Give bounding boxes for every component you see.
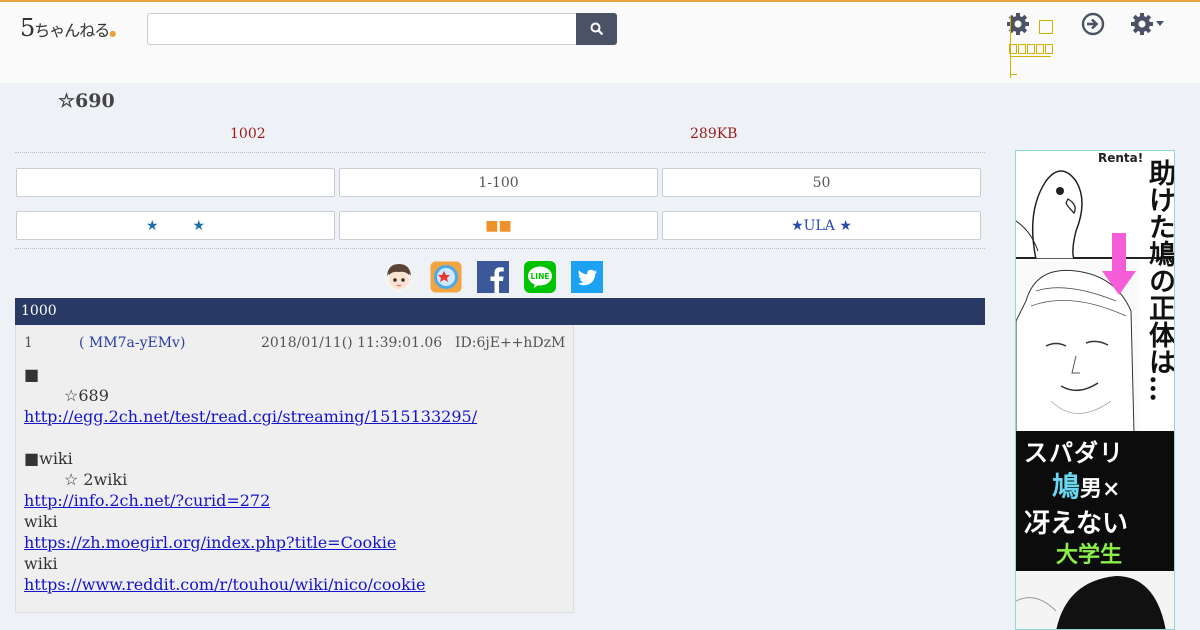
- ad-line-3: 冴えない: [1024, 509, 1129, 539]
- pigeon-illustration: [1016, 170, 1083, 259]
- ad-panel-bottom: [1016, 571, 1174, 629]
- range-1-100-button[interactable]: 1-100: [339, 168, 658, 197]
- search-button[interactable]: [576, 13, 617, 45]
- nav-button-1[interactable]: [16, 168, 335, 197]
- post-line: ☆689: [64, 386, 109, 405]
- squares-link-button[interactable]: ■■: [339, 211, 658, 240]
- ad-arrow: [1112, 233, 1126, 273]
- star-right: ★: [192, 217, 206, 234]
- twitter-icon[interactable]: [571, 261, 603, 293]
- search-input[interactable]: [147, 13, 577, 45]
- post-line: ■: [24, 365, 40, 384]
- ula-label: ★ULA ★: [791, 217, 852, 234]
- post-body: ■ ☆689 http://egg.2ch.net/test/read.cgi/…: [24, 364, 477, 595]
- thread-bar: 1000: [15, 298, 985, 325]
- latest-50-button[interactable]: 50: [662, 168, 981, 197]
- divider: [15, 152, 985, 153]
- ad-arrow-head: [1102, 271, 1136, 295]
- thread-size: 289KB: [690, 126, 738, 142]
- ad-line-4: 大学生: [1056, 542, 1123, 568]
- facebook-icon[interactable]: [477, 261, 509, 293]
- settings-gear-dropdown-icon[interactable]: [1130, 12, 1166, 36]
- post-link[interactable]: https://www.reddit.com/r/touhou/wiki/nic…: [24, 575, 425, 594]
- app-icon[interactable]: [430, 261, 462, 293]
- ad-line-2: 鳩男×: [1052, 470, 1121, 503]
- post-link[interactable]: https://zh.moegirl.org/index.php?title=C…: [24, 533, 396, 552]
- post: 1 ( MM7a-yEMv) 2018/01/11() 11:39:01.06 …: [15, 325, 574, 613]
- site-header: 5ちゃんねる●: [0, 0, 1200, 83]
- manga-ad-banner[interactable]: Renta! 助けた鳩の正体は… スパダリ 鳩男× 冴えない 大学生: [1015, 150, 1175, 630]
- divider: [15, 248, 985, 249]
- mascot-icon[interactable]: [383, 261, 415, 293]
- ad-brand: Renta!: [1098, 151, 1144, 165]
- post-id[interactable]: ID:6jE++hDzM: [455, 335, 565, 351]
- logo-dot-icon: ●: [109, 29, 116, 38]
- thread-title: ☆690: [58, 90, 115, 112]
- post-line: ☆ 2wiki: [64, 470, 128, 489]
- star-link-button[interactable]: ★ ★: [16, 211, 335, 240]
- svg-text:LINE: LINE: [531, 272, 550, 281]
- ula-link-button[interactable]: ★ULA ★: [662, 211, 981, 240]
- logo-tail: ちゃんねる: [34, 21, 110, 40]
- post-number[interactable]: 1: [24, 335, 33, 351]
- post-date: 2018/01/11() 11:39:01.06: [261, 335, 443, 351]
- settings-menu[interactable]: [1009, 16, 1054, 78]
- post-author[interactable]: ( MM7a-yEMv): [79, 335, 185, 351]
- post-link[interactable]: http://egg.2ch.net/test/read.cgi/streami…: [24, 407, 477, 426]
- site-logo[interactable]: 5ちゃんねる●: [20, 14, 116, 42]
- ad-panel-text: スパダリ 鳩男× 冴えない 大学生: [1016, 431, 1174, 571]
- ad-headline: 助けた鳩の正体は…: [1144, 159, 1175, 402]
- post-line: ■wiki: [24, 449, 73, 468]
- post-line: wiki: [24, 512, 58, 531]
- ad-line-1: スパダリ: [1024, 439, 1124, 467]
- star-left: ★: [145, 217, 159, 234]
- line-icon[interactable]: LINE: [524, 261, 556, 293]
- response-count: 1002: [230, 126, 266, 142]
- squares-label: ■■: [485, 217, 512, 234]
- login-icon[interactable]: [1081, 12, 1105, 36]
- hair-illustration: [1016, 576, 1166, 629]
- logo-main: 5: [20, 14, 35, 42]
- post-line: wiki: [24, 554, 58, 573]
- search-icon: [590, 22, 603, 36]
- post-link[interactable]: http://info.2ch.net/?curid=272: [24, 491, 270, 510]
